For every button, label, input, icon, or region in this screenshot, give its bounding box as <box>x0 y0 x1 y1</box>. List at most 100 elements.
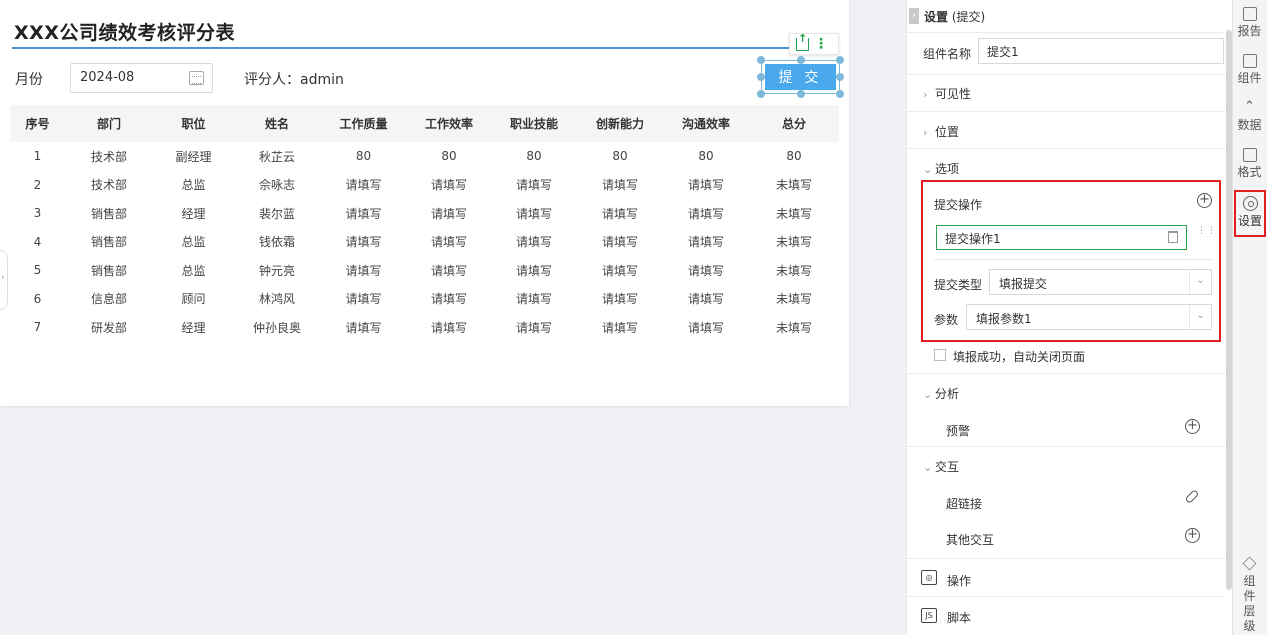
score-cell[interactable]: 80 <box>491 142 577 171</box>
score-cell[interactable]: 请填写 <box>663 256 749 285</box>
param-select[interactable]: 填报参数1 ⌄ <box>966 304 1212 330</box>
score-cell[interactable]: 请填写 <box>407 171 491 200</box>
tab-data[interactable]: ⌃ 数据 <box>1232 100 1267 133</box>
tab-layers[interactable]: 组 件 层 级 <box>1232 556 1267 634</box>
tab-label: 组 <box>1243 574 1256 588</box>
table-cell: 研发部 <box>90 320 127 335</box>
score-cell[interactable]: 请填写 <box>407 228 491 257</box>
tab-settings[interactable]: 设置 <box>1234 190 1266 237</box>
resize-handle[interactable] <box>757 56 765 64</box>
score-cell[interactable]: 请填写 <box>491 313 577 342</box>
submit-type-select[interactable]: 填报提交 ⌄ <box>989 269 1212 295</box>
add-submit-op-icon[interactable]: + <box>1197 193 1212 208</box>
score-cell[interactable]: 请填写 <box>491 285 577 314</box>
month-value: 2024-08 <box>80 70 135 85</box>
score-cell[interactable]: 请填写 <box>577 228 663 257</box>
score-cell[interactable]: 请填写 <box>407 256 491 285</box>
score-cell[interactable]: 请填写 <box>320 313 407 342</box>
tab-format[interactable]: 格式 <box>1232 148 1267 180</box>
column-header: 创新能力 <box>577 105 663 142</box>
chevron-down-icon: ⌄ <box>923 461 933 474</box>
tab-report[interactable]: 报告 <box>1232 7 1267 39</box>
script-label[interactable]: 脚本 <box>947 609 971 626</box>
calendar-icon[interactable] <box>189 71 204 85</box>
resize-handle[interactable] <box>757 90 765 98</box>
month-picker[interactable]: 2024-08 <box>70 63 213 93</box>
divider <box>907 596 1225 597</box>
table-cell: 销售部 <box>90 206 127 221</box>
resize-handle[interactable] <box>836 73 844 81</box>
score-cell[interactable]: 请填写 <box>320 171 407 200</box>
score-cell[interactable]: 请填写 <box>491 228 577 257</box>
operation-label[interactable]: 操作 <box>947 572 971 589</box>
component-name-input[interactable]: 提交1 <box>978 38 1224 64</box>
score-cell[interactable]: 请填写 <box>663 228 749 257</box>
panel-title: 设置 <box>924 10 949 24</box>
export-icon[interactable] <box>796 32 809 51</box>
tab-component[interactable]: 组件 <box>1232 54 1267 86</box>
score-cell[interactable]: 请填写 <box>407 285 491 314</box>
tab-label: 件 <box>1243 589 1256 603</box>
score-cell[interactable]: 请填写 <box>491 171 577 200</box>
score-cell[interactable]: 请填写 <box>663 285 749 314</box>
resize-handle[interactable] <box>757 73 765 81</box>
table-cell: 钱依霜 <box>258 235 295 250</box>
resize-handle[interactable] <box>797 56 805 64</box>
score-cell[interactable]: 请填写 <box>320 285 407 314</box>
tab-label: 层 <box>1243 604 1256 618</box>
month-label: 月份 <box>15 72 43 88</box>
section-options[interactable]: ⌄ 选项 <box>923 160 959 177</box>
divider <box>907 32 1225 33</box>
score-cell[interactable]: 80 <box>577 142 663 171</box>
divider <box>907 111 1225 112</box>
score-cell[interactable]: 请填写 <box>407 199 491 228</box>
table-cell: 1 <box>33 149 42 164</box>
section-position[interactable]: › 位置 <box>923 123 959 140</box>
auto-close-checkbox[interactable] <box>934 349 946 361</box>
score-cell[interactable]: 请填写 <box>407 313 491 342</box>
score-cell[interactable]: 请填写 <box>491 256 577 285</box>
submit-op-item-label: 提交操作1 <box>945 232 1001 246</box>
score-cell[interactable]: 请填写 <box>491 199 577 228</box>
resize-handle[interactable] <box>836 56 844 64</box>
score-cell[interactable]: 请填写 <box>320 228 407 257</box>
resize-handle[interactable] <box>836 90 844 98</box>
score-cell[interactable]: 请填写 <box>577 285 663 314</box>
table-cell: 未填写 <box>775 292 812 307</box>
collapse-panel-icon[interactable]: › <box>909 8 919 24</box>
section-analysis[interactable]: ⌄ 分析 <box>923 385 959 402</box>
section-visibility[interactable]: › 可见性 <box>923 85 971 102</box>
resize-handle[interactable] <box>797 90 805 98</box>
submit-op-item[interactable]: 提交操作1 <box>936 225 1187 250</box>
drag-handle-icon[interactable]: ⋮⋮ <box>1197 227 1216 245</box>
score-cell[interactable]: 请填写 <box>577 199 663 228</box>
trash-icon[interactable] <box>1168 231 1178 243</box>
submit-button[interactable]: 提 交 <box>765 64 836 90</box>
score-cell[interactable]: 请填写 <box>577 171 663 200</box>
add-alert-icon[interactable]: + <box>1185 419 1200 434</box>
score-cell[interactable]: 80 <box>407 142 491 171</box>
score-cell[interactable]: 请填写 <box>577 256 663 285</box>
chevron-down-icon: ⌄ <box>1189 305 1211 329</box>
score-cell[interactable]: 请填写 <box>663 313 749 342</box>
table-cell: 林鸿风 <box>258 292 295 307</box>
score-cell[interactable]: 请填写 <box>320 256 407 285</box>
column-header: 职位 <box>153 105 234 142</box>
section-label: 可见性 <box>935 87 972 101</box>
other-interaction-label: 其他交互 <box>946 533 995 547</box>
section-interaction[interactable]: ⌄ 交互 <box>923 458 959 475</box>
score-cell[interactable]: 请填写 <box>663 199 749 228</box>
score-cell[interactable]: 80 <box>663 142 749 171</box>
add-interaction-icon[interactable]: + <box>1185 528 1200 543</box>
score-cell[interactable]: 请填写 <box>577 313 663 342</box>
score-cell[interactable]: 80 <box>320 142 407 171</box>
section-label: 选项 <box>935 162 960 176</box>
left-collapse-handle[interactable]: › <box>0 250 8 310</box>
score-cell[interactable]: 请填写 <box>320 199 407 228</box>
submit-component-selection[interactable]: 提 交 <box>761 60 840 94</box>
table-cell: 总监 <box>181 263 206 278</box>
more-vertical-icon[interactable]: ⋮ <box>814 36 828 52</box>
grid-icon <box>1242 148 1257 162</box>
table-cell: 总监 <box>181 178 206 193</box>
score-cell[interactable]: 请填写 <box>663 171 749 200</box>
